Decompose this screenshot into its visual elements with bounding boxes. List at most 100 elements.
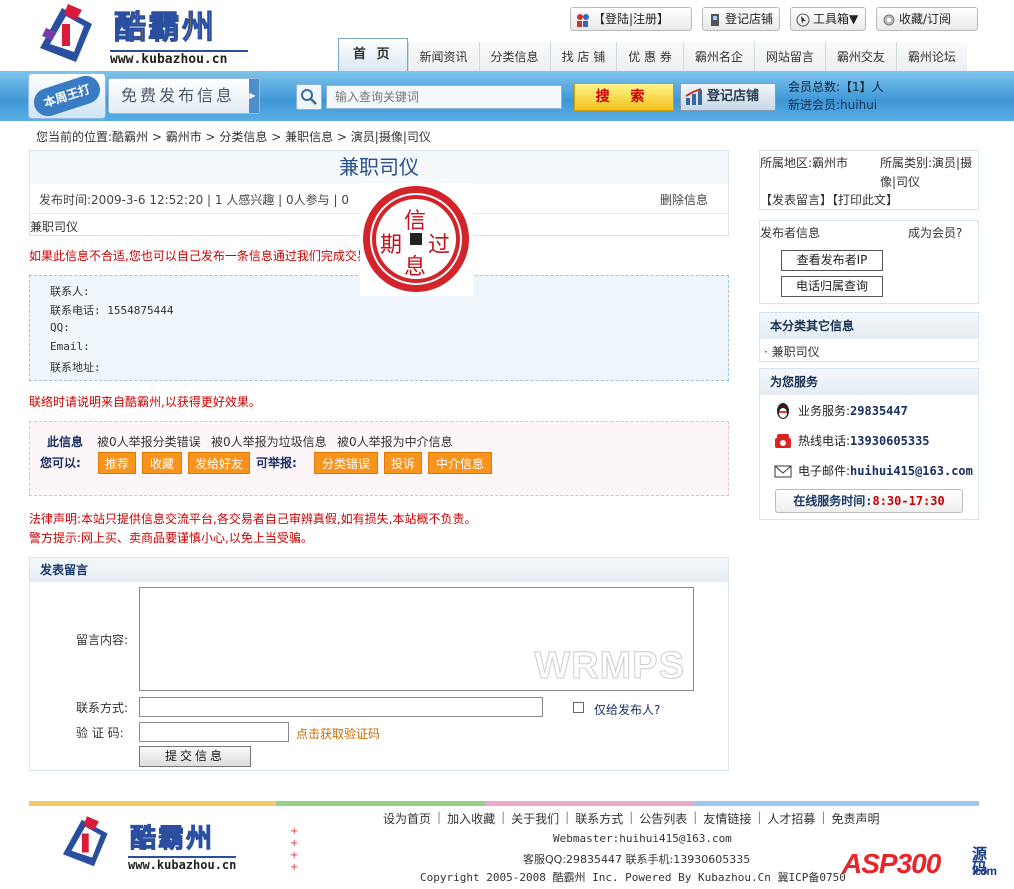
nav-forum[interactable]: 霸州论坛 bbox=[895, 42, 967, 72]
content-label: 留言内容: bbox=[76, 633, 129, 647]
other-info-box: 本分类其它信息 · 兼职司仪 bbox=[759, 312, 979, 362]
favorites-subscribe-button[interactable]: 收藏/订阅 bbox=[876, 7, 978, 31]
service-email-label: 电子邮件: bbox=[798, 464, 851, 478]
free-post-button[interactable]: 免费发布信息 ▶ bbox=[108, 78, 260, 114]
stamp-char-4: 息 bbox=[404, 255, 427, 280]
publisher-info: 发布者信息 成为会员? 查看发布者IP 电话归属查询 bbox=[759, 220, 979, 304]
you-can-label: 您可以: bbox=[40, 456, 81, 470]
contact-phone-label: 联系电话: bbox=[50, 304, 101, 317]
send-friend-button[interactable]: 发给好友 bbox=[188, 452, 250, 474]
toolbox-button[interactable]: 工具箱▼ bbox=[790, 7, 866, 31]
footer-link-disclaimer[interactable]: 免责声明 bbox=[831, 810, 879, 827]
service-box: 为您服务 业务服务:29835447 热线电话:13930605335 电子邮件… bbox=[759, 368, 979, 520]
phone-lookup-button[interactable]: 电话归属查询 bbox=[781, 276, 883, 297]
nav-dating[interactable]: 霸州交友 bbox=[824, 42, 896, 72]
contact-person-label: 联系人: bbox=[50, 285, 90, 298]
chart-icon bbox=[685, 88, 705, 116]
footer-logo-mark bbox=[56, 816, 116, 870]
region-label: 所属地区:霸州市 bbox=[760, 156, 849, 170]
login-register-label: 【登陆|注册】 bbox=[593, 12, 670, 26]
nav-news[interactable]: 新闻资讯 bbox=[407, 42, 479, 72]
contact-notice: 联络时请说明来自酷霸州,以获得更好效果。 bbox=[29, 395, 261, 409]
mail-icon bbox=[774, 462, 792, 480]
service-qq: 业务服务:29835447 bbox=[774, 402, 908, 420]
service-hotline-label: 热线电话: bbox=[798, 434, 851, 448]
weekly-badge: 本周王打 bbox=[28, 72, 106, 120]
footer-divider bbox=[29, 801, 979, 806]
footer-dots: + + + + bbox=[290, 826, 299, 873]
search-button-label: 搜 索 bbox=[595, 89, 653, 105]
only-publisher-checkbox[interactable] bbox=[573, 702, 584, 713]
legal-statement: 法律声明:本站只提供信息交流平台,各交易者自己审辨真假,如有损失,本站概不负责。 bbox=[29, 512, 477, 526]
search-input[interactable] bbox=[326, 85, 562, 109]
captcha-label: 验 证 码: bbox=[76, 726, 124, 740]
service-qq-label: 业务服务: bbox=[798, 404, 851, 418]
footer-link-favorite[interactable]: 加入收藏 bbox=[447, 810, 495, 827]
nav-coupons[interactable]: 优 惠 券 bbox=[616, 42, 683, 72]
gear-icon bbox=[882, 12, 896, 26]
service-hotline-value: 13930605335 bbox=[850, 434, 930, 448]
footer-copyright: Copyright 2005-2008 酷霸州 Inc. Powered By … bbox=[420, 871, 845, 884]
footer-link-about[interactable]: 关于我们 bbox=[511, 810, 559, 827]
contact-qq: QQ: bbox=[50, 321, 70, 334]
breadcrumb[interactable]: 您当前的位置:酷霸州 > 霸州市 > 分类信息 > 兼职信息 > 演员|摄像|司… bbox=[36, 128, 431, 145]
view-ip-button[interactable]: 查看发布者IP bbox=[781, 250, 883, 271]
login-register-button[interactable]: 【登陆|注册】 bbox=[570, 7, 692, 31]
submit-button[interactable]: 提交信息 bbox=[139, 746, 251, 767]
search-button[interactable]: 搜 索 bbox=[574, 83, 674, 111]
online-hours-value: 8:30-17:30 bbox=[872, 494, 945, 508]
register-shop-top-button[interactable]: 登记店铺 bbox=[702, 7, 780, 31]
can-report-label: 可举报: bbox=[256, 456, 297, 470]
logo-mark[interactable] bbox=[32, 4, 104, 66]
footer-link-jobs[interactable]: 人才招募 bbox=[767, 810, 815, 827]
search-icon[interactable] bbox=[296, 84, 322, 110]
captcha-input[interactable] bbox=[139, 722, 289, 742]
become-member-link[interactable]: 成为会员? bbox=[908, 224, 962, 241]
footer-links: 设为首页 | 加入收藏 | 关于我们 | 联系方式 | 公告列表 | 友情链接 | 人才招募… bbox=[383, 810, 880, 827]
contact-phone-value: 1554875444 bbox=[107, 304, 174, 317]
favorite-button[interactable]: 收藏 bbox=[142, 452, 182, 474]
footer-link-announcements[interactable]: 公告列表 bbox=[639, 810, 687, 827]
service-email-value[interactable]: huihui415@163.com bbox=[850, 464, 973, 478]
footer-logo-url: www.kubazhou.cn bbox=[128, 856, 237, 872]
nav-companies[interactable]: 霸州名企 bbox=[682, 42, 754, 72]
nav-guestbook[interactable]: 网站留言 bbox=[753, 42, 825, 72]
nav-classifieds[interactable]: 分类信息 bbox=[478, 42, 550, 72]
member-total: 会员总数:【1】人 bbox=[788, 80, 884, 94]
post-print-links[interactable]: 【发表留言】【打印此文】 bbox=[760, 191, 898, 208]
recommend-button[interactable]: 推荐 bbox=[98, 452, 136, 474]
contact-phone: 联系电话: 1554875444 bbox=[50, 302, 173, 318]
footer-link-contact[interactable]: 联系方式 bbox=[575, 810, 623, 827]
asp300-logo-text: ASP300 bbox=[842, 848, 941, 879]
nav-find-shop[interactable]: 找 店 铺 bbox=[549, 42, 617, 72]
message-form-heading: 发表留言 bbox=[30, 558, 728, 582]
publisher-heading: 发布者信息 bbox=[760, 226, 821, 240]
report-category-error-button[interactable]: 分类错误 bbox=[314, 452, 378, 474]
message-textarea[interactable]: WRMPS bbox=[139, 587, 694, 691]
register-shop-button[interactable]: 登记店铺 bbox=[680, 83, 776, 111]
get-captcha-link[interactable]: 点击获取验证码 bbox=[296, 725, 380, 742]
phone-book-icon bbox=[708, 12, 722, 26]
badge-text: 本周王打 bbox=[30, 72, 104, 120]
report-agent-button[interactable]: 中介信息 bbox=[428, 452, 492, 474]
service-email: 电子邮件:huihui415@163.com bbox=[774, 462, 973, 480]
other-info-item[interactable]: · 兼职司仪 bbox=[764, 343, 820, 360]
footer-link-homepage[interactable]: 设为首页 bbox=[383, 810, 431, 827]
complain-button[interactable]: 投诉 bbox=[384, 452, 422, 474]
stamp-char-2: 过 bbox=[428, 233, 451, 258]
contact-person: 联系人: bbox=[50, 283, 90, 299]
category-label: 所属类别:演员|摄像|司仪 bbox=[880, 156, 973, 189]
contact-email: Email: bbox=[50, 340, 90, 353]
service-qq-value: 29835447 bbox=[850, 404, 908, 418]
stamp-char-3: 期 bbox=[380, 233, 403, 258]
report-count-category: 被0人举报分类错误 bbox=[97, 435, 201, 449]
delete-post-link[interactable]: 删除信息 bbox=[660, 191, 708, 208]
phone-icon bbox=[774, 432, 792, 450]
contact-method-label: 联系方式: bbox=[76, 701, 129, 715]
footer-link-friend-links[interactable]: 友情链接 bbox=[703, 810, 751, 827]
new-member[interactable]: 新进会员:huihui bbox=[788, 96, 884, 114]
footer-logo-title: 酷霸州 bbox=[129, 824, 215, 855]
register-shop-top-label: 登记店铺 bbox=[725, 12, 774, 26]
nav-home[interactable]: 首 页 bbox=[338, 38, 408, 72]
contact-method-input[interactable] bbox=[139, 697, 543, 717]
